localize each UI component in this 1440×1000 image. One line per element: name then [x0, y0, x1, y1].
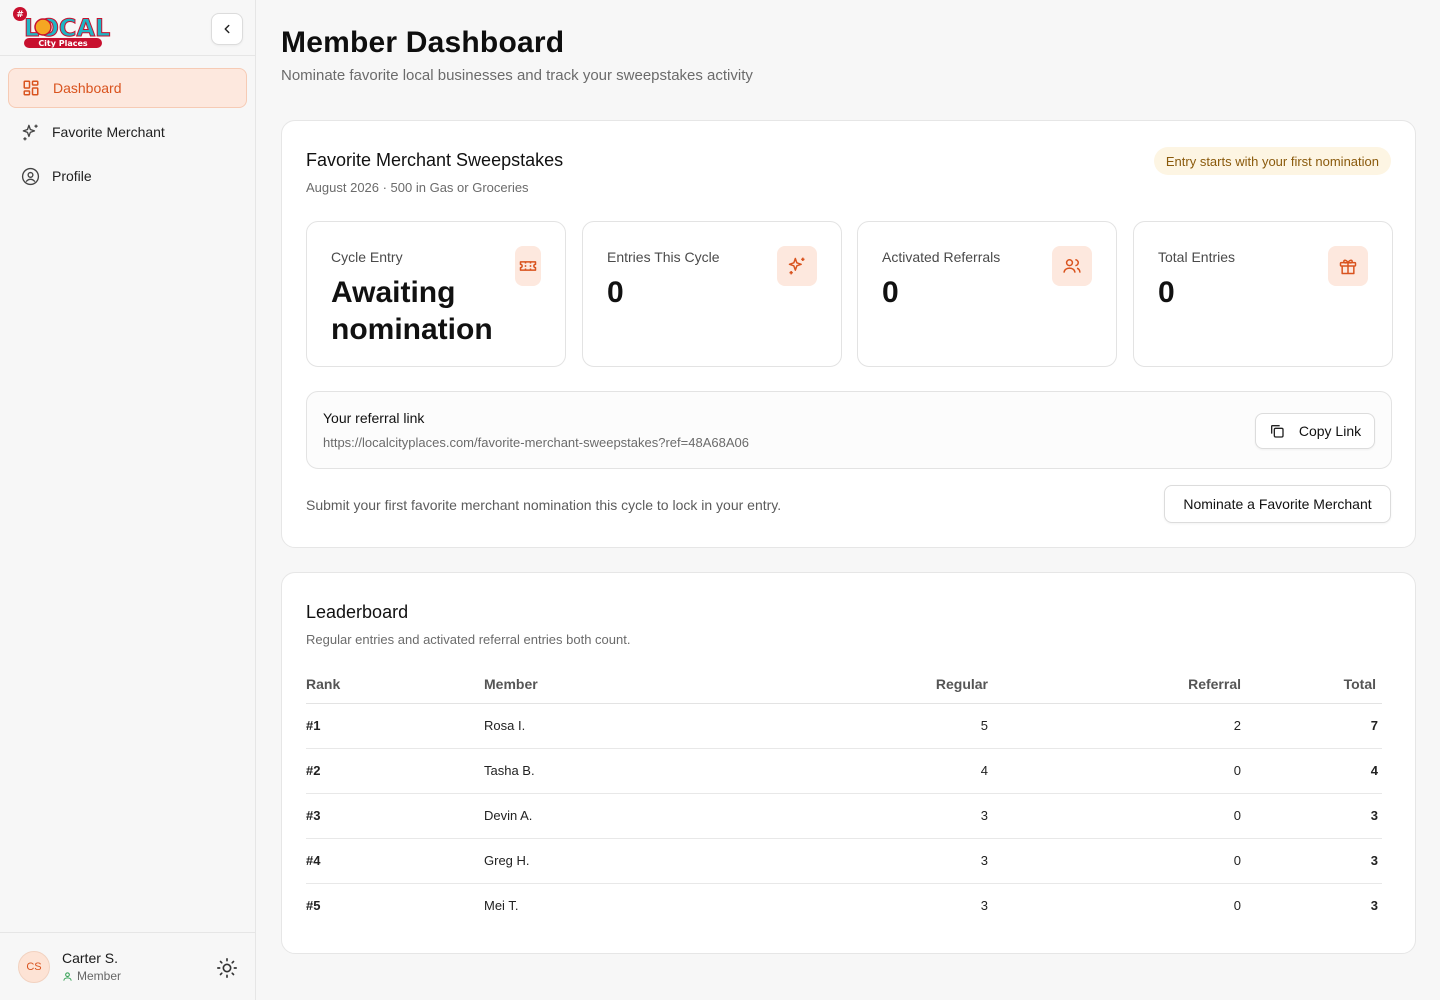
user-name: Carter S.: [62, 950, 119, 966]
rank-cell: #5: [306, 898, 321, 914]
member-cell: Rosa I.: [484, 703, 784, 749]
table-row: #4 Greg H. 3 0 3: [306, 838, 1382, 884]
sidebar-item-label: Dashboard: [53, 80, 122, 96]
rank-cell: #1: [306, 703, 484, 749]
referral-cell: 0: [988, 793, 1241, 839]
leaderboard-card: Leaderboard Regular entries and activate…: [281, 572, 1416, 954]
sidebar-item-favorite-merchant[interactable]: Favorite Merchant: [8, 112, 247, 152]
layout-dashboard-icon: [21, 78, 41, 98]
chevron-left-icon: [224, 24, 230, 34]
stat-value: Awaiting nomination: [331, 276, 493, 346]
page-subtitle: Nominate favorite local businesses and t…: [281, 67, 753, 84]
referral-cell: 0: [1233, 898, 1241, 914]
nominate-hint: Submit your first favorite merchant nomi…: [306, 497, 782, 513]
sidebar-item-label: Favorite Merchant: [52, 124, 165, 140]
user-icon: [63, 971, 72, 981]
rank-cell: #2: [306, 748, 484, 794]
avatar[interactable]: CS: [18, 950, 50, 983]
regular-cell: 3: [980, 898, 988, 914]
stat-value: 0: [882, 276, 899, 309]
stat-label: Total Entries: [1158, 249, 1236, 265]
ticket-icon: [515, 246, 541, 286]
total-cell: 3: [1241, 838, 1382, 884]
referral-cell: 0: [988, 748, 1241, 794]
sidebar-nav: Dashboard Favorite Merchant Profile: [8, 68, 247, 200]
stat-card-total-entries: Total Entries 0: [1133, 221, 1393, 367]
member-cell: Greg H.: [484, 838, 784, 884]
stat-label: Activated Referrals: [882, 249, 1001, 265]
regular-cell: 5: [784, 703, 988, 749]
leaderboard-title: Leaderboard: [306, 602, 409, 622]
table-row: #1 Rosa I. 5 2 7: [306, 703, 1382, 749]
users-icon: [1052, 246, 1092, 286]
sparkles-icon: [20, 122, 40, 142]
regular-cell: 3: [784, 793, 988, 839]
referral-cell: 0: [988, 838, 1241, 884]
column-header-referral: Referral: [988, 665, 1241, 704]
rank-cell: #4: [306, 838, 484, 884]
total-cell: 7: [1241, 703, 1382, 749]
column-header-rank: Rank: [306, 665, 484, 704]
stat-label: Entries This Cycle: [607, 249, 720, 265]
stat-value: 0: [1158, 276, 1175, 309]
table-row: #3 Devin A. 3 0 3: [306, 793, 1382, 839]
collapse-sidebar-button[interactable]: [211, 13, 243, 45]
sidebar-header: # LOCAL City Places: [0, 0, 255, 56]
regular-cell: 4: [784, 748, 988, 794]
local-city-places-logo[interactable]: # LOCAL City Places: [12, 6, 112, 50]
stat-card-activated-referrals: Activated Referrals 0: [857, 221, 1117, 367]
user-role-label: Member: [77, 969, 122, 983]
sweepstakes-title: Favorite Merchant Sweepstakes: [306, 150, 564, 170]
user-info: Carter S. Member: [62, 950, 121, 983]
stat-value: 0: [607, 276, 624, 309]
leaderboard-subtitle: Regular entries and activated referral e…: [306, 632, 631, 647]
member-cell: Devin A.: [484, 793, 784, 839]
user-circle-icon: [20, 166, 40, 186]
user-panel: CS Carter S. Member: [0, 932, 256, 1000]
copy-link-button[interactable]: Copy Link: [1255, 413, 1375, 449]
nominate-merchant-button[interactable]: Nominate a Favorite Merchant: [1164, 485, 1391, 523]
stat-card-cycle-entry: Cycle Entry Awaiting nomination: [306, 221, 566, 367]
sweepstakes-card: Favorite Merchant Sweepstakes August 202…: [281, 120, 1416, 548]
table-header-row: Rank Member Regular Referral Total: [306, 665, 1382, 704]
sidebar-item-profile[interactable]: Profile: [8, 156, 247, 196]
copy-icon: [1270, 425, 1284, 438]
user-role: Member: [62, 969, 121, 983]
page-title: Member Dashboard: [281, 26, 565, 59]
member-cell: Tasha B.: [484, 748, 784, 794]
svg-text:City Places: City Places: [38, 39, 88, 48]
table-row: #5 Mei T. 3 0 3: [306, 883, 1382, 928]
sweepstakes-subtitle: August 2026 · 500 in Gas or Groceries: [306, 180, 529, 195]
rank-cell: #3: [306, 793, 484, 839]
status-badge: Entry starts with your first nomination: [1153, 147, 1391, 175]
sun-icon[interactable]: [216, 957, 238, 979]
referral-link-label: Your referral link: [323, 410, 425, 426]
svg-text:#: #: [16, 10, 24, 20]
column-header-regular: Regular: [784, 665, 988, 704]
stat-card-entries-this-cycle: Entries This Cycle 0: [582, 221, 842, 367]
total-cell: 3: [1370, 898, 1378, 914]
leaderboard-table: Rank Member Regular Referral Total #1 Ro…: [306, 665, 1382, 928]
table-row: #2 Tasha B. 4 0 4: [306, 748, 1382, 794]
referral-cell: 2: [988, 703, 1241, 749]
copy-link-label: Copy Link: [1298, 423, 1362, 439]
member-cell: Mei T.: [484, 898, 519, 914]
sparkles-icon: [777, 246, 817, 286]
sidebar: # LOCAL City Places Dashboard Favorite M…: [0, 0, 256, 1000]
total-cell: 3: [1241, 793, 1382, 839]
column-header-total: Total: [1241, 665, 1382, 704]
referral-link-box: Your referral link https://localcityplac…: [306, 391, 1392, 469]
total-cell: 4: [1241, 748, 1382, 794]
sidebar-item-dashboard[interactable]: Dashboard: [8, 68, 247, 108]
stat-label: Cycle Entry: [331, 249, 403, 265]
column-header-member: Member: [484, 665, 784, 704]
referral-link-url[interactable]: https://localcityplaces.com/favorite-mer…: [323, 435, 749, 450]
gift-icon: [1328, 246, 1368, 286]
sidebar-item-label: Profile: [52, 168, 92, 184]
regular-cell: 3: [784, 838, 988, 884]
